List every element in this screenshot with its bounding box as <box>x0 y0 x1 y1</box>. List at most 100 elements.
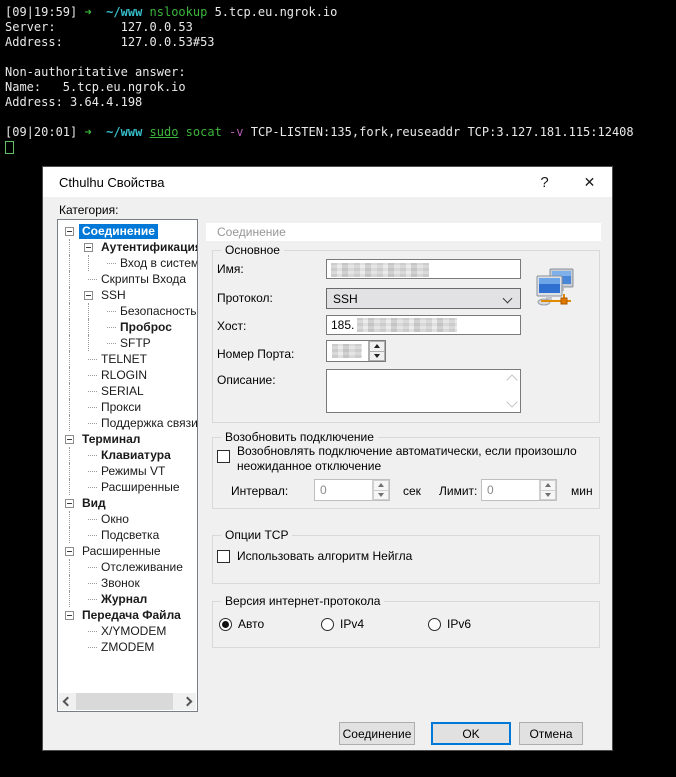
collapse-icon[interactable] <box>84 290 93 300</box>
tree-item-соединение[interactable]: Соединение <box>65 223 197 239</box>
tree-item-label: Соединение <box>79 223 158 239</box>
host-label: Хост: <box>217 319 247 333</box>
spin-up-icon <box>540 480 556 490</box>
tree-item-label: Вход в систему <box>120 255 198 270</box>
radio-авто[interactable]: Авто <box>219 617 264 631</box>
scroll-left-icon[interactable] <box>59 693 76 710</box>
host-input[interactable]: 185. <box>326 315 521 335</box>
tree-item-zmodem[interactable]: ZMODEM <box>65 639 197 655</box>
tree-guide <box>65 511 84 527</box>
tree-connector <box>84 287 98 303</box>
tree-item-label: Вид <box>82 495 106 510</box>
name-label: Имя: <box>217 262 244 276</box>
tree-item-расширенные[interactable]: Расширенные <box>65 543 197 559</box>
terminal-text: Server: 127.0.0.53 <box>5 20 193 34</box>
tree-connector <box>84 383 98 399</box>
limit-spinner[interactable]: 0 <box>481 479 557 501</box>
nagle-checkbox[interactable] <box>217 550 230 563</box>
scrollbar-thumb[interactable] <box>76 693 173 710</box>
tree-connector <box>84 463 98 479</box>
tree-item-rlogin[interactable]: RLOGIN <box>65 367 197 383</box>
collapse-icon[interactable] <box>65 610 74 620</box>
tree-item-терминал[interactable]: Терминал <box>65 431 197 447</box>
tree-connector <box>65 495 79 511</box>
dialog-title: Cthulhu Свойства <box>59 174 165 190</box>
protocol-select[interactable]: SSH <box>326 288 521 309</box>
name-input[interactable] <box>326 259 521 279</box>
spin-down-icon[interactable] <box>369 350 385 361</box>
collapse-icon[interactable] <box>65 434 74 444</box>
collapse-icon[interactable] <box>65 226 74 236</box>
collapse-icon[interactable] <box>84 242 93 252</box>
tree-guide <box>65 623 84 639</box>
tree-item-ssh[interactable]: SSH <box>65 287 197 303</box>
radio-ipv6[interactable]: IPv6 <box>428 617 471 631</box>
terminal-text: socat <box>185 125 230 139</box>
terminal-text: Non-authoritative answer: <box>5 65 186 79</box>
spin-down-icon <box>373 489 389 500</box>
terminal-cursor <box>5 141 14 154</box>
tree-item-журнал[interactable]: Журнал <box>65 591 197 607</box>
tree-guide <box>65 591 84 607</box>
tree-connector <box>84 623 98 639</box>
tree-item-label: Звонок <box>101 575 140 590</box>
tree-item-окно[interactable]: Окно <box>65 511 197 527</box>
reconnect-checkbox[interactable] <box>217 450 230 463</box>
tree-item-label: Аутентификация <box>101 239 198 254</box>
tree-item-вход-в-систему[interactable]: Вход в систему <box>65 255 197 271</box>
terminal-text: TCP-LISTEN:135,fork,reuseaddr TCP:3.127.… <box>250 125 634 139</box>
tree-item-расширенные[interactable]: Расширенные <box>65 479 197 495</box>
terminal-line: Non-authoritative answer: <box>5 65 676 80</box>
tree-item-безопасность[interactable]: Безопасность <box>65 303 197 319</box>
tree-connector <box>84 591 98 607</box>
tree-branch-line <box>88 470 97 472</box>
tree-guide <box>65 351 84 367</box>
terminal-line: [09|19:59] ➜ ~/www nslookup 5.tcp.eu.ngr… <box>5 5 676 20</box>
tree-horizontal-scrollbar[interactable] <box>59 693 196 710</box>
tree-item-telnet[interactable]: TELNET <box>65 351 197 367</box>
tree-item-клавиатура[interactable]: Клавиатура <box>65 447 197 463</box>
radio-label: IPv4 <box>340 617 365 631</box>
tree-item-прокси[interactable]: Прокси <box>65 399 197 415</box>
tree-item-sftp[interactable]: SFTP <box>65 335 197 351</box>
tree-item-аутентификация[interactable]: Аутентификация <box>65 239 197 255</box>
radio-ipv4[interactable]: IPv4 <box>321 617 364 631</box>
tree-connector <box>103 255 117 271</box>
collapse-icon[interactable] <box>65 498 74 508</box>
tree-item-проброс[interactable]: Проброс <box>65 319 197 335</box>
tree-item-передача-файла[interactable]: Передача Файла <box>65 607 197 623</box>
category-label: Категория: <box>59 203 119 217</box>
interval-value: 0 <box>320 483 327 497</box>
tree-guide <box>65 575 84 591</box>
interval-spinner[interactable]: 0 <box>314 479 390 501</box>
tree-connector <box>65 607 79 623</box>
tree-item-label: X/YMODEM <box>101 623 167 638</box>
help-icon[interactable]: ? <box>522 167 567 197</box>
tree-item-подсветка[interactable]: Подсветка <box>65 527 197 543</box>
tree-item-x-ymodem[interactable]: X/YMODEM <box>65 623 197 639</box>
tree-item-режимы-vt[interactable]: Режимы VT <box>65 463 197 479</box>
tree-guide <box>84 255 103 271</box>
ok-button[interactable]: OK <box>431 722 511 745</box>
connect-button[interactable]: Соединение <box>339 722 415 745</box>
tree-item-отслеживание[interactable]: Отслеживание <box>65 559 197 575</box>
tree-guide <box>65 383 84 399</box>
tree-item-serial[interactable]: SERIAL <box>65 383 197 399</box>
radio-icon <box>428 617 441 631</box>
tree-item-звонок[interactable]: Звонок <box>65 575 197 591</box>
tree-guide <box>65 399 84 415</box>
tree-item-label: TELNET <box>101 351 148 366</box>
dialog-titlebar[interactable]: Cthulhu Свойства ? ✕ <box>43 167 612 197</box>
description-textarea[interactable] <box>326 369 521 413</box>
collapse-icon[interactable] <box>65 546 74 556</box>
scroll-right-icon[interactable] <box>179 693 196 710</box>
port-spinner[interactable] <box>326 340 386 362</box>
tree-item-вид[interactable]: Вид <box>65 495 197 511</box>
tree-item-скрипты-входа[interactable]: Скрипты Входа <box>65 271 197 287</box>
close-icon[interactable]: ✕ <box>567 167 612 197</box>
terminal-screen[interactable]: [09|19:59] ➜ ~/www nslookup 5.tcp.eu.ngr… <box>5 5 676 155</box>
spin-up-icon[interactable] <box>369 341 385 351</box>
cancel-button[interactable]: Отмена <box>519 722 583 745</box>
tree-item-поддержка-связи[interactable]: Поддержка связи <box>65 415 197 431</box>
tree-branch-line <box>88 566 97 568</box>
